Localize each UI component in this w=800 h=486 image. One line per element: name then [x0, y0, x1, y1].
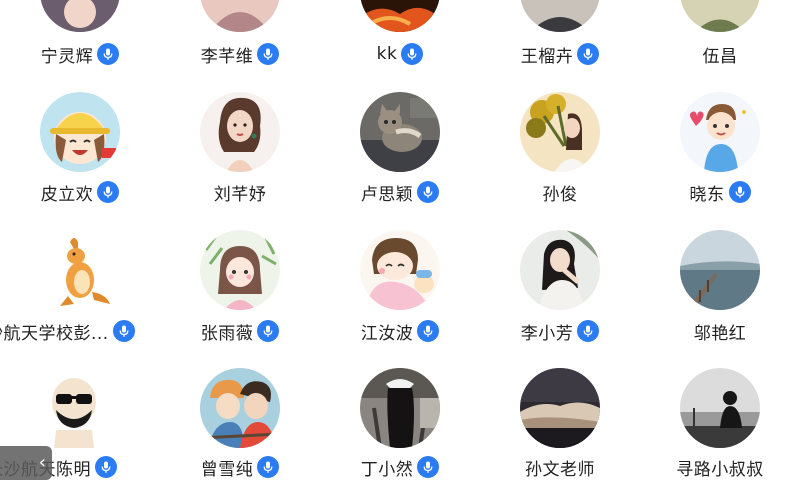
contact-name: 伍昌: [702, 46, 738, 67]
voice-badge-icon: [112, 320, 135, 342]
avatar[interactable]: [680, 0, 760, 32]
avatar[interactable]: [40, 230, 120, 310]
contact-name: 丁小然: [360, 459, 414, 480]
avatar[interactable]: [360, 368, 440, 448]
contact-name: 寻路小叔叔: [676, 459, 764, 480]
back-tab-button[interactable]: ‹: [0, 446, 52, 480]
contact-name: 刘芊妤: [213, 184, 267, 205]
avatar[interactable]: [360, 92, 440, 172]
contact-grid: 宁灵辉 李芊维 kk 王榴卉 伍昌 皮立欢 刘芊妤 卢思颖 孙俊 晓东 航天学校…: [0, 0, 800, 486]
contact-name: 张雨薇: [200, 323, 254, 344]
contact-name: 孙俊: [542, 184, 578, 205]
avatar[interactable]: [360, 0, 440, 32]
voice-badge-icon: [417, 181, 440, 203]
avatar[interactable]: [200, 368, 280, 448]
avatar[interactable]: [680, 368, 760, 448]
avatar[interactable]: [40, 92, 120, 172]
contact-name: 邬艳红: [693, 323, 747, 344]
avatar[interactable]: [520, 368, 600, 448]
contact-name: 江汝波: [360, 323, 414, 344]
avatar[interactable]: [200, 230, 280, 310]
voice-badge-icon: [577, 320, 600, 342]
voice-badge-icon: [417, 456, 440, 478]
avatar[interactable]: [40, 368, 120, 448]
voice-badge-icon: [417, 320, 440, 342]
avatar[interactable]: [520, 92, 600, 172]
voice-badge-icon: [728, 181, 751, 203]
contact-name: kk: [376, 44, 398, 64]
avatar[interactable]: [680, 92, 760, 172]
contact-item[interactable]: 沙航天学校彭...: [0, 228, 160, 348]
contact-name: 李小芳: [520, 323, 574, 344]
avatar[interactable]: [680, 230, 760, 310]
contact-name: 王榴卉: [520, 46, 574, 67]
voice-badge-icon: [97, 181, 120, 203]
contact-name: 曾雪纯: [200, 459, 254, 480]
avatar[interactable]: [40, 0, 120, 32]
contact-name: 晓东: [689, 184, 725, 205]
voice-badge-icon: [257, 320, 280, 342]
contact-name: 宁灵辉: [40, 46, 94, 67]
voice-badge-icon: [257, 43, 280, 65]
avatar[interactable]: [360, 230, 440, 310]
voice-badge-icon: [577, 43, 600, 65]
avatar[interactable]: [200, 0, 280, 32]
contact-name: 皮立欢: [40, 184, 94, 205]
contact-name: 沙航天学校彭...: [0, 323, 109, 344]
voice-badge-icon: [97, 43, 120, 65]
contact-name: 卢思颖: [360, 184, 414, 205]
voice-badge-icon: [95, 456, 117, 478]
avatar[interactable]: [520, 230, 600, 310]
voice-badge-icon: [257, 456, 280, 478]
chevron-left-icon: ‹: [38, 452, 46, 473]
avatar[interactable]: [200, 92, 280, 172]
avatar[interactable]: [520, 0, 600, 32]
contact-name: 孙文老师: [525, 459, 595, 480]
contact-name: 李芊维: [200, 46, 254, 67]
voice-badge-icon: [401, 43, 424, 65]
